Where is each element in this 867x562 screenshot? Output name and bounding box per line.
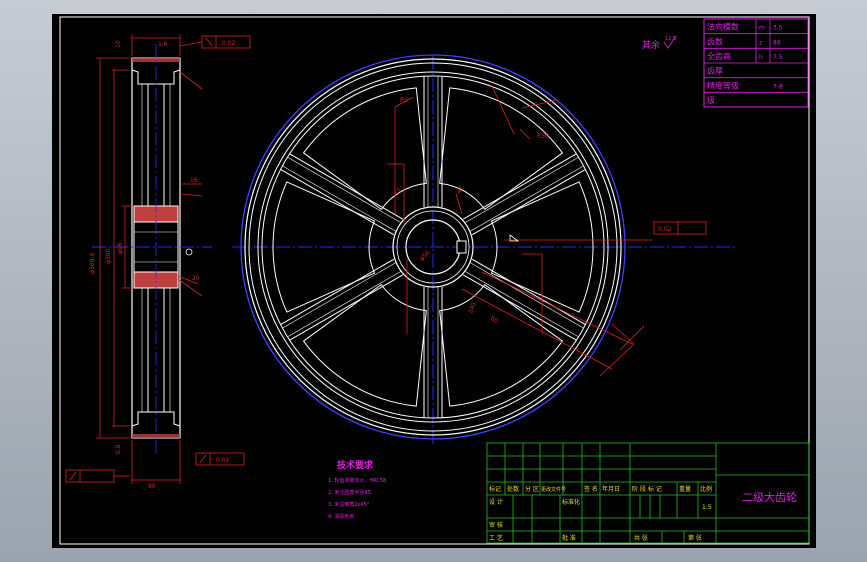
parameter-cell: 法向模数: [707, 22, 739, 32]
roughness-top: 1.6: [158, 41, 168, 48]
rib-line: [471, 168, 586, 236]
dim-outer: φ308.4: [89, 253, 96, 274]
dim-bore: φ56: [418, 249, 431, 262]
dim-radius: R5: [400, 97, 408, 104]
parameter-cell: 7.5: [773, 54, 783, 61]
title-block-scale: 1:5: [702, 504, 712, 511]
parameter-cell: 精度等级: [707, 80, 739, 90]
parameter-cell: 88: [773, 39, 781, 46]
keyway: [456, 240, 467, 254]
title-block-mark-1: 标记: [489, 485, 501, 493]
title-block-stage-3: 比例: [700, 485, 712, 493]
web-window: [303, 87, 427, 210]
title-block-mark-5: 签 名: [584, 485, 598, 493]
rib-line: [289, 274, 404, 341]
dim-top-mark: 10: [115, 40, 122, 48]
rib-line: [280, 168, 395, 236]
title-block-standard: 标准化: [562, 498, 580, 506]
dim-side-mark: 0.8: [115, 444, 122, 454]
cad-drawing-canvas[interactable]: 42 60 240 R50 12 φ56 R5 0.02 φ308.4 φ300…: [52, 14, 816, 548]
dim-front-d: R50: [537, 133, 549, 140]
title-block-review: 审 核: [489, 521, 503, 529]
rib-line: [462, 153, 577, 220]
tolerance-value-top: 0.02: [222, 40, 236, 47]
rib-line: [280, 258, 395, 326]
title-block-text: 标记 处数 分 区 更改文件号 签 名 年月日 设 计 标准化 审 核 工 艺 …: [489, 485, 712, 542]
title-block-process: 工 艺: [489, 534, 503, 542]
side-hole-mark: [185, 248, 193, 256]
rib-line: [289, 153, 404, 220]
dim-hub: φ96: [117, 242, 124, 254]
technical-requirements: 技术要求 1. 轮齿渗碳淬火、HRC58 2. 未注圆角半径R5 3. 未注倒角…: [328, 459, 386, 520]
rib-line: [469, 165, 584, 232]
tech-req-item-1: 1. 轮齿渗碳淬火、HRC58: [328, 477, 386, 484]
title-block-stage-1: 阶 段 标 记: [632, 485, 662, 493]
title-block-design: 设 计: [489, 498, 503, 506]
title-block-mark-2: 处数: [507, 485, 519, 493]
rib-line: [282, 165, 397, 232]
parameter-cell: m: [759, 25, 765, 32]
gear-drawing: 42 60 240 R50 12 φ56 R5 0.02 φ308.4 φ300…: [59, 16, 810, 545]
rib-line: [469, 262, 584, 329]
dim-web: 20: [192, 275, 200, 282]
rib-line: [462, 274, 577, 341]
title-block-mark-3: 分 区: [525, 485, 539, 493]
dim-front-c: 240: [467, 301, 478, 314]
window-frame: 42 60 240 R50 12 φ56 R5 0.02 φ308.4 φ300…: [0, 0, 867, 562]
parameter-cell: 全齿高: [707, 51, 731, 61]
parameter-cell: 3.5: [773, 25, 783, 32]
dim-width: 80: [148, 483, 156, 490]
title-block-stage-2: 重量: [679, 485, 691, 493]
gear-parameter-table: 法向模数 m 3.5 齿数 z 88 全齿高 h 7.5 齿厚精度等级 7-8 级: [703, 18, 809, 108]
parameter-cell: 7-8: [773, 83, 783, 90]
tech-req-item-3: 3. 未注倒角2x45°: [328, 501, 370, 508]
tech-req-item-4: 4. 清除毛刺: [328, 513, 354, 520]
title-block-mark-4: 更改文件号: [541, 486, 566, 493]
rib-line: [282, 262, 397, 329]
parameter-cell: 齿数: [707, 36, 723, 46]
side-section-view: φ308.4 φ300 φ96 80 10 0.8 16 20 1.6 0.02…: [65, 34, 251, 490]
tolerance-value-front: 0.02: [658, 226, 672, 233]
front-dimension-lines: [387, 85, 652, 377]
title-block-sheet-total: 共 张: [634, 534, 648, 542]
tech-req-title: 技术要求: [337, 459, 374, 471]
web-window: [303, 284, 427, 407]
title-block-approve: 批 准: [562, 534, 576, 542]
parameter-cell: 级: [707, 95, 715, 105]
parameter-cell: h: [759, 54, 763, 61]
surface-note: 其余: [642, 39, 660, 51]
front-view: 42 60 240 R50 12 φ56 R5 0.02: [232, 54, 736, 446]
dim-key-width: 16: [190, 177, 198, 184]
web-window: [439, 284, 563, 407]
drawing-title: 二级大齿轮: [742, 490, 797, 504]
title-block-mark-6: 年月日: [602, 485, 620, 493]
title-block-sheet-no: 第 张: [688, 534, 702, 542]
dim-front-b: 60: [489, 315, 499, 325]
tolerance-value-bottom: 0.02: [216, 457, 230, 464]
dim-front-a: 42: [456, 185, 466, 195]
parameter-cell: z: [759, 39, 762, 46]
rib-line: [471, 258, 586, 326]
dim-tip: φ300: [105, 248, 112, 264]
tech-req-item-2: 2. 未注圆角半径R5: [328, 489, 371, 496]
parameter-cell: 齿厚: [707, 67, 723, 76]
